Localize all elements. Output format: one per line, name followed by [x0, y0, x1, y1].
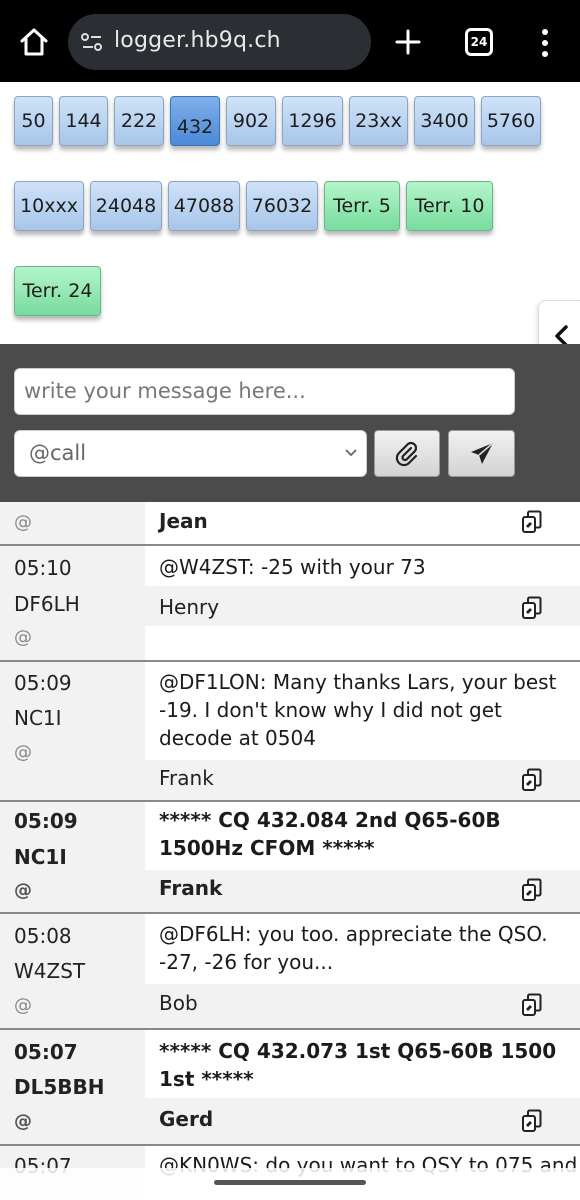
chat-message: ***** CQ 432.073 1st Q65-60B 1500 1st **… [159, 1039, 557, 1091]
band-button-terr-5[interactable]: Terr. 5 [324, 181, 400, 231]
chat-message: @DF1LON: Many thanks Lars, your best -19… [159, 670, 557, 750]
band-button-1296[interactable]: 1296 [282, 96, 343, 146]
copy-icon[interactable] [521, 510, 543, 534]
band-button-47088[interactable]: 47088 [168, 181, 240, 231]
band-button-23xx[interactable]: 23xx [349, 96, 408, 146]
chat-time: 05:10 [14, 556, 72, 580]
band-button-76032[interactable]: 76032 [246, 181, 318, 231]
chat-message: ***** CQ 432.084 2nd Q65-60B 1500Hz CFOM… [159, 808, 501, 860]
band-button-10xxx[interactable]: 10xxx [14, 181, 84, 231]
band-button-3400[interactable]: 3400 [414, 96, 475, 146]
compose-panel: write your message here... @call [0, 344, 580, 502]
url-text: logger.hb9q.ch [114, 28, 281, 53]
browser-toolbar: logger.hb9q.ch 24 [0, 0, 580, 82]
chat-message: @W4ZST: -25 with your 73 [159, 555, 426, 579]
chat-name: Jean [159, 509, 208, 533]
chat-time: 05:07 [14, 1040, 78, 1064]
band-button-222[interactable]: 222 [114, 96, 164, 146]
send-button[interactable] [448, 430, 515, 477]
chat-message: @DF6LH: you too. appreciate the QSO. -27… [159, 922, 548, 974]
new-tab-icon[interactable] [392, 26, 424, 58]
reply-at-link[interactable]: @ [14, 742, 32, 763]
chevron-down-icon [345, 449, 357, 457]
more-menu-icon[interactable] [533, 25, 557, 61]
call-select-value: @call [29, 441, 87, 465]
call-select[interactable]: @call [14, 430, 367, 477]
band-button-144[interactable]: 144 [59, 96, 108, 146]
chat-call[interactable]: NC1I [14, 706, 62, 730]
band-button-terr-24[interactable]: Terr. 24 [14, 266, 101, 316]
gesture-handle[interactable] [214, 1180, 366, 1185]
chat-name: Henry [159, 595, 220, 619]
band-button-terr-10[interactable]: Terr. 10 [406, 181, 493, 231]
chat-call[interactable]: DL5BBH [14, 1075, 105, 1099]
chat-name: Frank [159, 766, 214, 790]
copy-icon[interactable] [521, 1109, 543, 1133]
address-bar[interactable]: logger.hb9q.ch [68, 14, 371, 70]
reply-at-link[interactable]: @ [14, 880, 32, 901]
band-button-50[interactable]: 50 [14, 96, 53, 146]
band-button-5760[interactable]: 5760 [481, 96, 541, 146]
chat-time: 05:09 [14, 809, 78, 833]
tab-switcher-button[interactable]: 24 [465, 28, 493, 56]
chat-call[interactable]: NC1I [14, 845, 67, 869]
chat-time: 05:09 [14, 671, 72, 695]
band-button-432[interactable]: 432 [170, 96, 220, 146]
chat-log[interactable]: @ Jean 05:10 DF6LH @ @W4ZST: -25 with yo… [0, 502, 580, 1200]
chat-call[interactable]: DF6LH [14, 592, 80, 616]
band-button-24048[interactable]: 24048 [90, 181, 162, 231]
copy-icon[interactable] [521, 993, 543, 1017]
send-icon [470, 441, 494, 464]
home-icon[interactable] [18, 26, 50, 58]
paperclip-icon [395, 441, 418, 466]
site-settings-icon[interactable] [80, 30, 104, 54]
reply-at-link[interactable]: @ [14, 512, 32, 533]
copy-icon[interactable] [521, 878, 543, 902]
reply-at-link[interactable]: @ [14, 995, 32, 1016]
chat-name: Frank [159, 876, 223, 900]
message-input[interactable]: write your message here... [14, 368, 515, 415]
chat-name: Bob [159, 991, 198, 1015]
copy-icon[interactable] [521, 596, 543, 620]
chat-call[interactable]: W4ZST [14, 959, 85, 983]
attach-button[interactable] [374, 430, 440, 477]
band-button-902[interactable]: 902 [226, 96, 276, 146]
reply-at-link[interactable]: @ [14, 627, 32, 648]
chat-time: 05:08 [14, 924, 72, 948]
reply-at-link[interactable]: @ [14, 1111, 32, 1132]
chat-name: Gerd [159, 1107, 214, 1131]
copy-icon[interactable] [521, 768, 543, 792]
band-selector: 50 144 222 432 902 1296 23xx 3400 5760 1… [0, 82, 580, 372]
